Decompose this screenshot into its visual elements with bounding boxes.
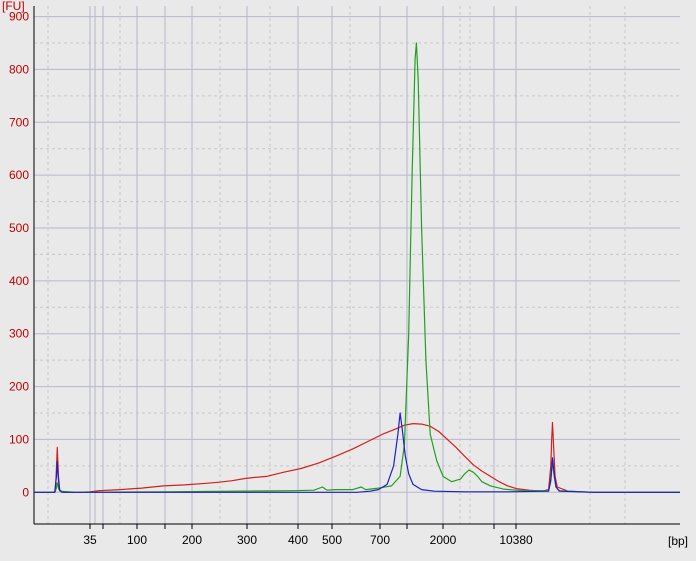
electropherogram-chart: 010020030040050060070080090035 100 200 300 4… (2, 0, 688, 548)
label-layer: 010020030040050060070080090035 100 200 300 4… (2, 0, 688, 548)
y-tick-label: 300 (9, 327, 29, 341)
x-tick-label: 10380 (499, 533, 533, 547)
y-tick-label: 800 (9, 62, 29, 76)
x-axis-label: [bp] (668, 534, 688, 548)
series-line-2 (34, 42, 680, 493)
series-layer (34, 42, 680, 493)
x-tick-label: 2000 (430, 533, 457, 547)
x-tick-label: 300 (237, 533, 257, 547)
y-tick-label: 400 (9, 274, 29, 288)
x-tick-label: 35 (83, 533, 97, 547)
y-axis-label: [FU] (2, 0, 25, 13)
axis-layer (33, 6, 680, 529)
y-tick-label: 700 (9, 115, 29, 129)
y-tick-label: 200 (9, 380, 29, 394)
y-tick-label: 600 (9, 168, 29, 182)
series-line-3 (34, 412, 680, 493)
x-tick-label: 500 (322, 533, 342, 547)
x-tick-label: 700 (370, 533, 390, 547)
x-tick-label: 400 (288, 533, 308, 547)
y-tick-label: 0 (22, 485, 29, 499)
x-tick-label: 200 (182, 533, 202, 547)
x-tick-label: 100 (127, 533, 147, 547)
chart-area: 0 100 200 300 400 500 600 700 800 900 35 100 200 300 4… (0, 0, 696, 556)
series-line-1 (34, 421, 680, 493)
y-tick-label: 100 (9, 432, 29, 446)
y-tick-label: 500 (9, 221, 29, 235)
